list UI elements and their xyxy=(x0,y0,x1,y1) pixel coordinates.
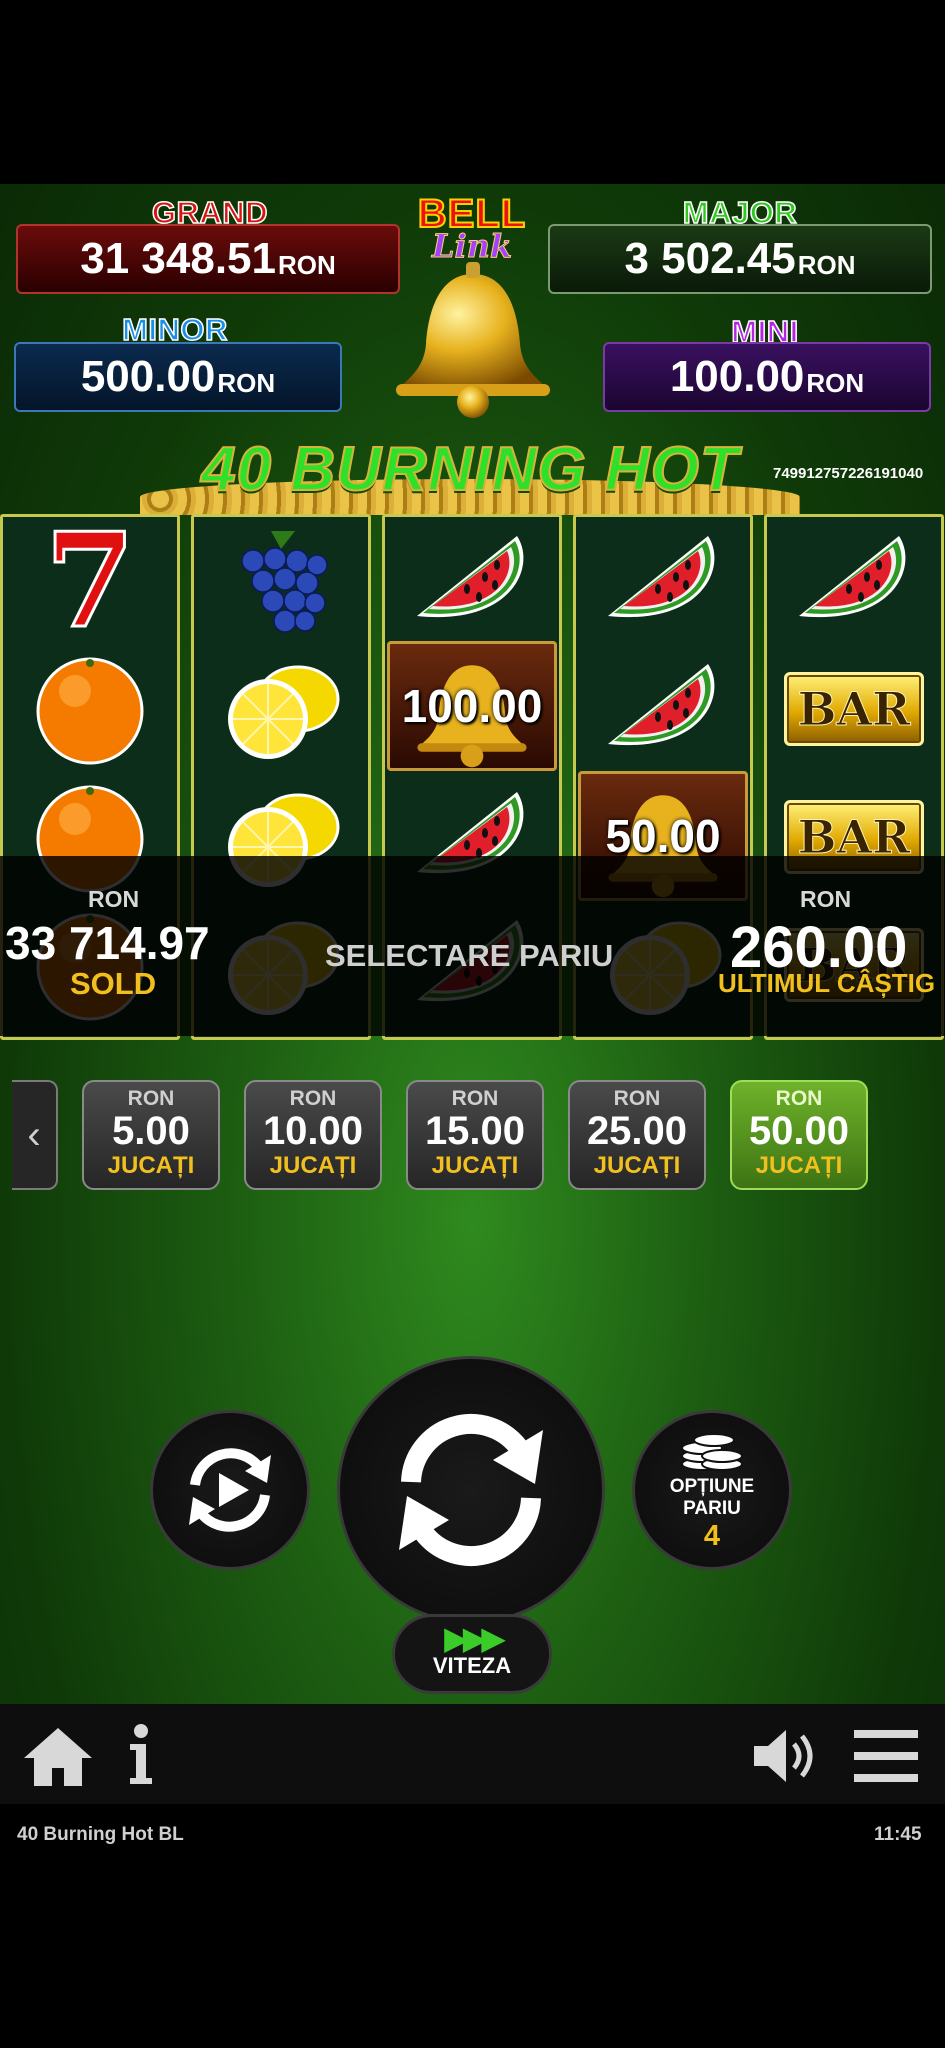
bet-option-button[interactable]: OPȚIUNE PARIU 4 xyxy=(632,1410,792,1570)
bet-button-2[interactable]: RON 10.00 JUCAȚI xyxy=(244,1080,382,1190)
watermelon-symbol xyxy=(576,517,750,645)
bet-scroll-left-button[interactable]: ‹ xyxy=(12,1080,58,1190)
bet-currency: RON xyxy=(775,1087,823,1110)
status-bar: 40 Burning Hot BL 11:45 xyxy=(0,1804,945,2048)
grand-jackpot-value: 31 348.51 xyxy=(80,234,276,283)
orange-icon xyxy=(36,657,144,765)
watermelon-symbol xyxy=(576,645,750,773)
balance-label: SOLD xyxy=(70,966,157,1001)
minor-jackpot-box: 500.00 RON xyxy=(14,342,342,412)
bet-play-label: JUCAȚI xyxy=(431,1152,519,1179)
minor-jackpot-currency: RON xyxy=(217,368,276,398)
speed-button[interactable]: ▶▶▶ VITEZA xyxy=(392,1614,552,1694)
orange-symbol xyxy=(3,645,177,773)
bet-button-1[interactable]: RON 5.00 JUCAȚI xyxy=(82,1080,220,1190)
speed-label: VITEZA xyxy=(432,1653,512,1678)
bet-value: 50.00 xyxy=(748,1109,850,1153)
major-jackpot-value: 3 502.45 xyxy=(624,234,796,283)
minor-jackpot-value: 500.00 xyxy=(80,352,216,401)
major-jackpot-box: 3 502.45 RON xyxy=(548,224,932,294)
bet-button-3[interactable]: RON 15.00 JUCAȚI xyxy=(406,1080,544,1190)
grand-jackpot-box: 31 348.51 RON xyxy=(16,224,400,294)
major-jackpot-currency: RON xyxy=(797,250,856,280)
watermelon-symbol xyxy=(767,517,941,645)
seven-symbol: 7 xyxy=(3,504,177,657)
bar-symbol: BAR xyxy=(767,645,941,773)
watermelon-icon xyxy=(799,536,906,618)
controls-panel: RON 33 714.97 SOLD SELECTARE PARIU RON 2… xyxy=(0,856,945,1694)
spin-icon xyxy=(399,1413,543,1567)
app-name: 40 Burning Hot BL xyxy=(17,1824,184,1845)
bet-value: 5.00 xyxy=(112,1109,190,1153)
bet-option-label-2: PARIU xyxy=(683,1497,741,1519)
chevron-left-icon: ‹ xyxy=(27,1112,41,1157)
golden-bell-icon xyxy=(396,262,550,418)
mini-jackpot-value: 100.00 xyxy=(669,352,805,401)
volume-icon[interactable] xyxy=(750,1726,820,1786)
lemon-symbol xyxy=(194,645,368,773)
bet-option-value: 4 xyxy=(703,1519,721,1552)
bet-currency: RON xyxy=(289,1087,337,1110)
last-win-currency: RON xyxy=(800,886,852,912)
lemon-icon xyxy=(228,665,340,759)
bet-currency: RON xyxy=(451,1087,499,1110)
watermelon-icon xyxy=(608,536,715,618)
bet-value: 15.00 xyxy=(424,1109,526,1153)
watermelon-icon xyxy=(608,664,715,746)
bet-play-label: JUCAȚI xyxy=(593,1152,681,1179)
bell-value: 100.00 xyxy=(401,680,543,732)
select-bet-label: SELECTARE PARIU xyxy=(325,938,614,973)
bar-label: BAR xyxy=(797,682,911,737)
fast-forward-icon: ▶▶▶ xyxy=(444,1620,506,1656)
watermelon-symbol xyxy=(385,517,559,645)
bell-bonus-symbol: 100.00 xyxy=(387,641,557,771)
watermelon-icon xyxy=(417,536,524,618)
grapes-symbol xyxy=(194,517,368,645)
balance-currency: RON xyxy=(88,886,140,912)
mini-jackpot-currency: RON xyxy=(806,368,865,398)
coins-icon xyxy=(681,1432,743,1471)
spin-button[interactable] xyxy=(337,1356,605,1624)
bottom-toolbar xyxy=(0,1704,945,1804)
menu-icon[interactable] xyxy=(852,1726,920,1786)
info-icon[interactable] xyxy=(124,1722,158,1788)
balance-value: 33 714.97 xyxy=(5,917,210,969)
game-title: 40 BURNING HOT xyxy=(200,434,739,505)
bar-icon: BAR xyxy=(784,672,924,746)
bet-play-label: JUCAȚI xyxy=(269,1152,357,1179)
clock: 11:45 xyxy=(874,1824,922,1845)
bet-value: 25.00 xyxy=(586,1109,688,1153)
seven-icon: 7 xyxy=(43,504,136,657)
bet-value: 10.00 xyxy=(262,1109,364,1153)
top-black-bar xyxy=(0,0,945,184)
autoplay-icon xyxy=(189,1448,271,1532)
autoplay-button[interactable] xyxy=(150,1410,310,1570)
home-icon[interactable] xyxy=(20,1724,96,1790)
bet-currency: RON xyxy=(613,1087,661,1110)
bet-play-label: JUCAȚI xyxy=(107,1152,195,1179)
bet-currency: RON xyxy=(127,1087,175,1110)
bell-value: 50.00 xyxy=(605,810,721,862)
grapes-icon xyxy=(241,531,328,633)
bet-play-label: JUCAȚI xyxy=(755,1152,843,1179)
session-id: 7499127572261910​40 xyxy=(773,465,924,482)
bet-button-5[interactable]: RON 50.00 JUCAȚI xyxy=(730,1080,868,1190)
bet-option-label-1: OPȚIUNE xyxy=(669,1475,755,1497)
grand-jackpot-currency: RON xyxy=(277,250,336,280)
bet-button-4[interactable]: RON 25.00 JUCAȚI xyxy=(568,1080,706,1190)
last-win-label: ULTIMUL CÂȘTIG xyxy=(718,968,936,998)
mini-jackpot-box: 100.00 RON xyxy=(603,342,931,412)
